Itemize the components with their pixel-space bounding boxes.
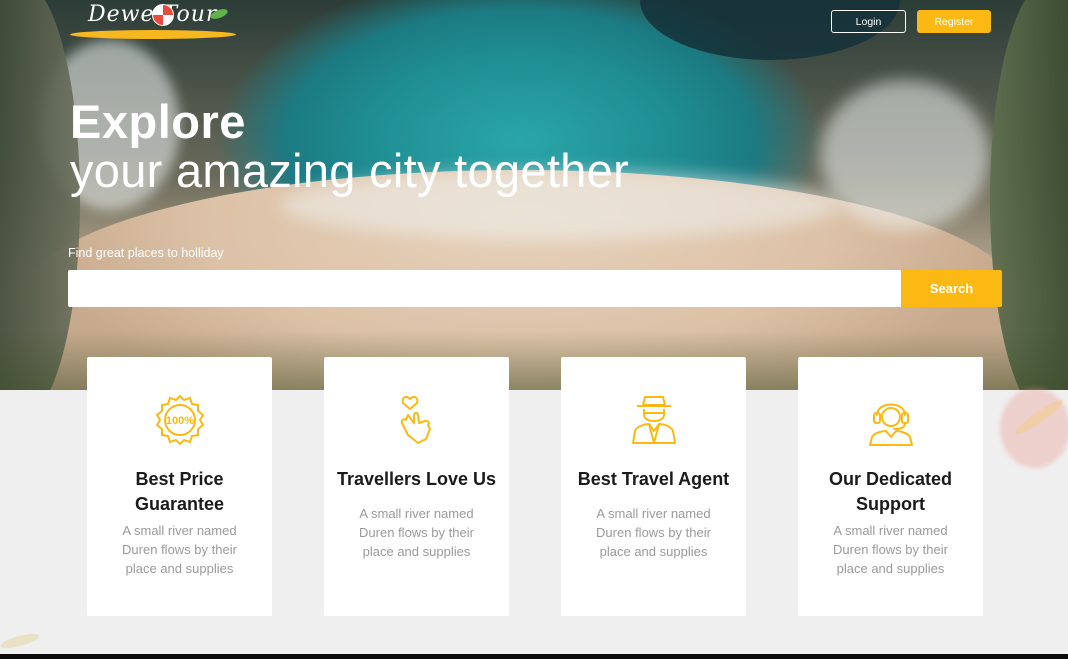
register-button[interactable]: Register (917, 10, 991, 33)
feature-description: A small river named Duren flows by their… (596, 506, 711, 559)
svg-text:100%: 100% (166, 415, 194, 427)
feature-title: Our Dedicated Support (828, 469, 953, 514)
search-button[interactable]: Search (901, 270, 1002, 307)
feature-title: Best Price Guarantee (134, 469, 225, 514)
feature-description: A small river named Duren flows by their… (359, 506, 474, 559)
site-logo[interactable]: Dewe Tour (70, 0, 238, 42)
hero-subtitle: your amazing city together (70, 144, 630, 197)
support-headset-icon (869, 403, 913, 446)
beach-ball-icon (152, 4, 174, 26)
travel-agent-icon (632, 396, 676, 444)
hero-title: Explore (70, 95, 246, 148)
feature-description: A small river named Duren flows by their… (122, 523, 237, 576)
leaf-decoration (0, 630, 41, 652)
search-input[interactable] (68, 270, 902, 307)
feature-card-travel-agent: Best Travel Agent A small river named Du… (561, 357, 746, 616)
feature-card-travellers-love: Travellers Love Us A small river named D… (324, 357, 509, 616)
finger-heart-icon (400, 395, 431, 444)
feature-title: Travellers Love Us (336, 469, 497, 489)
feature-card-best-price: 100% Best Price Guarantee A small river … (87, 357, 272, 616)
feature-title: Best Travel Agent (577, 469, 730, 489)
feature-description: A small river named Duren flows by their… (833, 523, 948, 576)
landing-page: Dewe Tour Login Register Explore your am… (0, 0, 1068, 654)
hundred-percent-badge-icon: 100% (155, 394, 205, 446)
feature-card-dedicated-support: Our Dedicated Support A small river name… (798, 357, 983, 616)
hero-foam (820, 80, 990, 230)
search-label: Find great places to holliday (68, 246, 224, 260)
bottom-edge (0, 654, 1068, 659)
login-button[interactable]: Login (831, 10, 906, 33)
logo-underline (70, 30, 236, 39)
